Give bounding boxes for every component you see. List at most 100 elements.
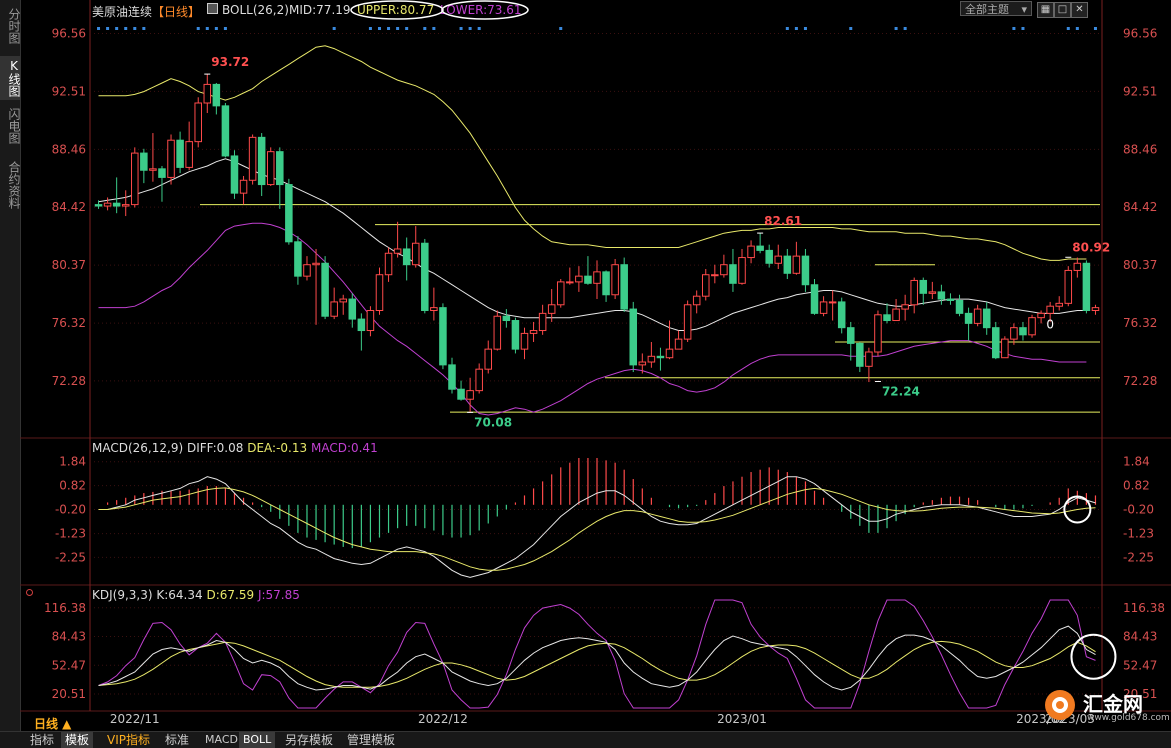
signal-dot	[894, 27, 898, 30]
candle-body	[493, 315, 502, 350]
candle-body	[140, 152, 148, 171]
candle-body	[1091, 307, 1100, 312]
candle-body	[593, 271, 601, 284]
price-panel: 93.72 70.08 82.61 72.24 80.92 0	[94, 27, 1110, 429]
kdj-tick-label-left: 52.47	[52, 658, 86, 672]
price-tick-label-right: 96.56	[1123, 26, 1157, 40]
theme-dropdown[interactable]: 全部主题 ▾	[960, 1, 1032, 16]
tab-manage-templates[interactable]: 管理模板	[343, 732, 399, 748]
candle-body	[955, 299, 964, 314]
tab-standard[interactable]: 标准	[161, 732, 193, 748]
candle-body	[330, 301, 338, 317]
kdj-tick-label-left: 116.38	[44, 601, 86, 615]
candle-body	[765, 249, 773, 264]
kdj-tick-label-right: 84.43	[1123, 630, 1157, 644]
kdj-tick-label-right: 116.38	[1123, 601, 1165, 615]
tab-macd[interactable]: MACD	[201, 732, 242, 748]
signal-dot	[423, 27, 427, 30]
signal-dot	[1012, 27, 1016, 30]
x-tick-label: 2023/01	[717, 712, 767, 726]
candle-body	[1073, 262, 1082, 271]
signal-dot	[1021, 27, 1025, 30]
price-tick-label-left: 84.42	[52, 200, 86, 214]
candle-body	[121, 204, 130, 207]
signal-dot	[849, 27, 853, 30]
candle-body	[529, 330, 538, 334]
grid-icon[interactable]: ▦	[1037, 2, 1054, 18]
tab-kline-chart[interactable]: K线图	[0, 56, 21, 100]
boll-upper-line	[98, 45, 1087, 261]
tab-flash-chart[interactable]: 闪电图	[0, 104, 21, 148]
candle-body	[257, 136, 266, 186]
macd-diff: DIFF:0.08	[186, 441, 244, 455]
candle-body	[375, 274, 384, 312]
price-tick-label-right: 92.51	[1123, 84, 1157, 98]
candle-body	[656, 355, 665, 359]
price-annotation: 93.72	[211, 55, 249, 69]
candle-body	[1019, 327, 1027, 336]
logo-url: www.gold678.com	[1087, 713, 1170, 723]
tab-contract-info[interactable]: 合约资料	[0, 156, 21, 214]
candle-body	[992, 327, 1000, 359]
candle-body	[348, 298, 357, 320]
candle-body	[665, 348, 674, 359]
candle-body	[1082, 262, 1091, 311]
candle-body	[1055, 302, 1063, 307]
signal-dot	[785, 27, 789, 30]
close-icon[interactable]: ✕	[1071, 2, 1088, 18]
tab-templates[interactable]: 模板	[61, 732, 94, 748]
macd-header: MACD(26,12,9) DIFF:0.08 DEA:-0.13 MACD:0…	[92, 441, 378, 455]
signal-dot	[1093, 27, 1097, 30]
candle-body	[1028, 317, 1036, 336]
candle-body	[303, 264, 311, 277]
price-tick-label-left: 72.28	[52, 374, 86, 388]
tab-save-template[interactable]: 另存模板	[281, 732, 337, 748]
price-tick-label-right: 84.42	[1123, 200, 1157, 214]
tab-vip-indicators[interactable]: VIP指标	[103, 732, 154, 748]
restore-icon[interactable]: □	[1054, 2, 1071, 18]
candle-body	[566, 281, 574, 284]
tab-time-chart[interactable]: 分时图	[0, 4, 21, 48]
candle-body	[801, 255, 810, 286]
candle-body	[384, 252, 393, 276]
kdj-tick-label-left: 84.43	[52, 630, 86, 644]
candle-body	[683, 304, 692, 340]
candle-body	[131, 152, 139, 206]
tab-boll[interactable]: BOLL	[239, 732, 276, 748]
price-annotation: 70.08	[474, 415, 512, 429]
candle-body	[747, 245, 755, 259]
candle-body	[357, 318, 366, 332]
candle-body	[294, 241, 302, 277]
period-selector[interactable]: 日线 ▲	[34, 715, 71, 732]
candle-body	[638, 361, 647, 366]
candle-body	[729, 264, 737, 284]
marker-o-icon: 0	[1046, 317, 1054, 331]
candle-body	[720, 264, 728, 276]
candle-body	[221, 105, 230, 157]
indicator-switch-icon[interactable]	[207, 3, 218, 14]
candle-body	[411, 242, 420, 266]
x-tick-label: 2022/11	[110, 712, 160, 726]
candle-body	[865, 351, 873, 367]
price-tick-label-left: 76.32	[52, 316, 86, 330]
candle-body	[837, 301, 846, 329]
macd-tick-label-right: -0.20	[1123, 502, 1154, 516]
kdj-j: J:57.85	[257, 588, 300, 602]
candle-body	[167, 139, 175, 178]
candle-body	[774, 255, 783, 264]
candle-body	[502, 315, 511, 322]
candle-body	[393, 248, 402, 254]
candle-body	[402, 248, 411, 266]
candle-body	[620, 264, 628, 310]
candle-body	[1037, 312, 1045, 319]
candle-body	[647, 355, 656, 363]
candle-body	[711, 274, 719, 277]
panel-config-icon[interactable]	[26, 589, 33, 596]
candle-body	[103, 202, 112, 207]
candle-body	[1046, 305, 1054, 314]
candle-body	[366, 310, 375, 332]
tab-indicators[interactable]: 指标	[26, 732, 58, 748]
signal-dot	[214, 27, 218, 30]
candle-body	[584, 275, 592, 284]
candle-body	[239, 179, 248, 194]
